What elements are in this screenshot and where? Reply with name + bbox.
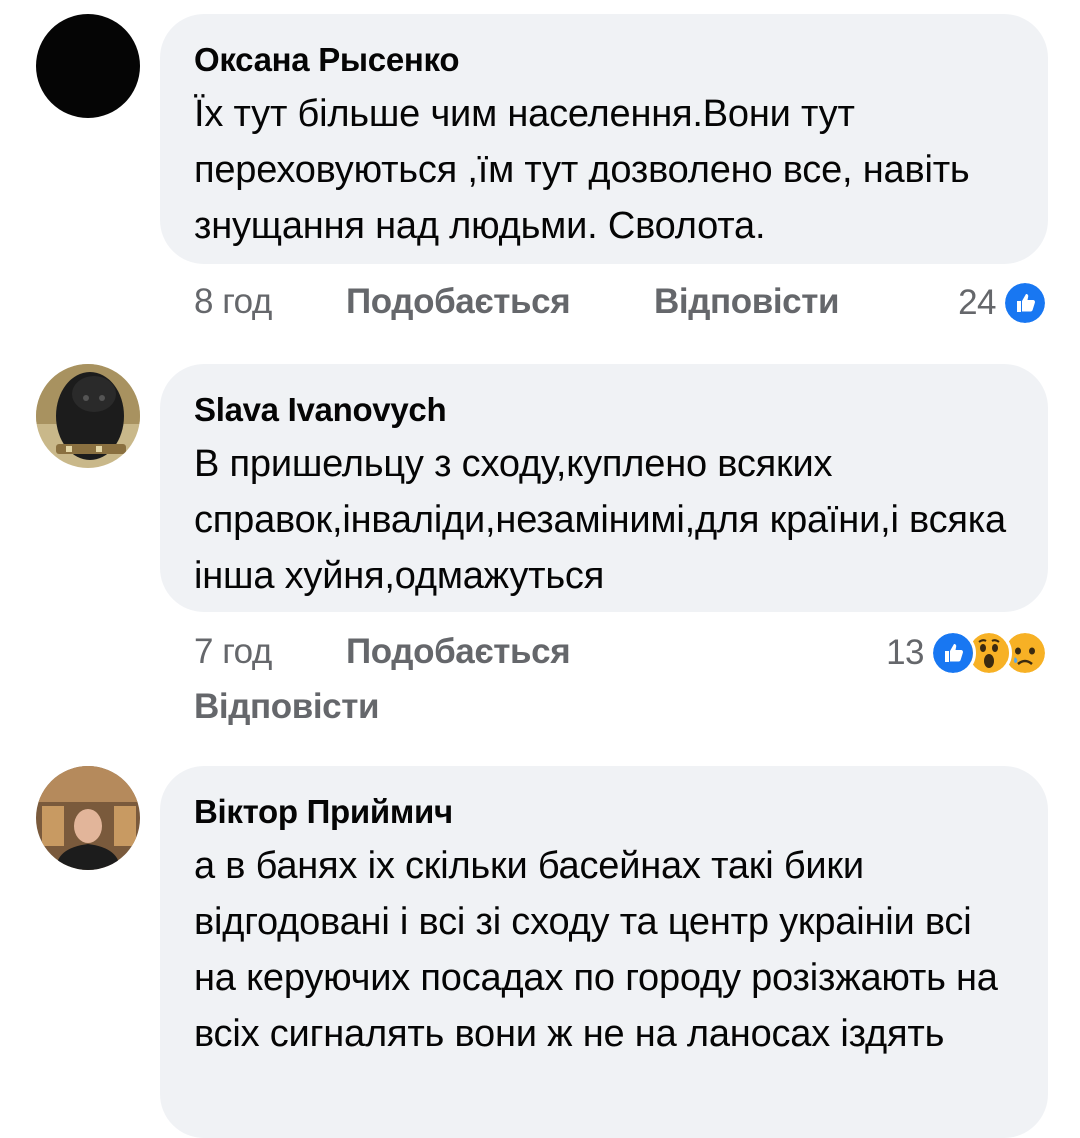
avatar[interactable]: [36, 364, 140, 468]
reply-button[interactable]: Відповісти: [654, 282, 840, 322]
comment-bubble: Віктор Приймич а в банях іх скільки басе…: [160, 766, 1048, 1138]
comment-bubble: Slava Ivanovych В пришельцу з сходу,купл…: [160, 364, 1048, 612]
comment-author[interactable]: Оксана Рысенко: [194, 40, 1012, 80]
comment-actions: 8 год Подобається Відповісти 24: [0, 280, 1080, 326]
avatar[interactable]: [36, 14, 140, 118]
reply-button[interactable]: Відповісти: [194, 687, 380, 727]
comment-time[interactable]: 8 год: [194, 282, 272, 322]
comment-bubble: Оксана Рысенко Їх тут більше чим населен…: [160, 14, 1048, 264]
comment-author[interactable]: Віктор Приймич: [194, 792, 1012, 832]
avatar[interactable]: [36, 766, 140, 870]
like-icon: [930, 630, 976, 676]
like-button[interactable]: Подобається: [346, 632, 571, 672]
comment-text: В пришельцу з сходу,куплено всяких справ…: [194, 443, 1006, 597]
reactions-summary[interactable]: 24: [958, 280, 1048, 326]
comment-time[interactable]: 7 год: [194, 632, 272, 672]
comment-text: а в банях іх скільки басейнах такі бики …: [194, 845, 998, 1055]
comment-actions: 7 год Подобається Відповісти 13: [0, 630, 1080, 732]
comment-text: Їх тут більше чим населення.Вони тут пер…: [194, 93, 970, 247]
like-button[interactable]: Подобається: [346, 282, 571, 322]
reaction-count: 13: [886, 633, 924, 672]
reactions-summary[interactable]: 13: [886, 630, 1048, 676]
dog-avatar-image: [36, 364, 140, 468]
person-avatar-image: [36, 766, 140, 870]
like-icon: [1002, 280, 1048, 326]
reaction-count: 24: [958, 283, 996, 322]
comment-author[interactable]: Slava Ivanovych: [194, 390, 1012, 430]
